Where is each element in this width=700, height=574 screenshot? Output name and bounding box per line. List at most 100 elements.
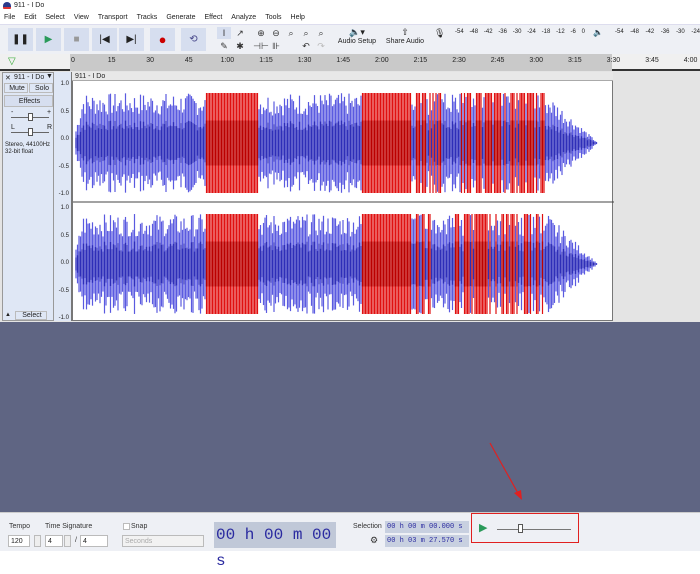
envelope-tool-icon[interactable]: ↗ [233,27,247,39]
multi-tool-icon[interactable]: ✱ [233,40,247,52]
audio-setup-button[interactable]: 🔈▾ Audio Setup [335,27,379,53]
pause-button[interactable]: ❚❚ [8,28,33,51]
snap-checkbox[interactable] [123,523,130,530]
playback-speed-slider[interactable] [497,529,571,530]
denominator-value: 4 [83,538,87,545]
scale-label: 0.5 [60,108,69,115]
scale-label: 0.5 [60,232,69,239]
meter-tick: -42 [645,29,655,35]
undo-icon[interactable]: ↶ [299,40,313,52]
fit-selection-icon[interactable]: ⌕ [284,27,298,39]
gain-slider-thumb[interactable] [28,113,33,121]
fit-project-icon[interactable]: ⌕ [299,27,313,39]
snap-unit-select[interactable]: Seconds [122,535,204,547]
share-audio-button[interactable]: ⇧ Share Audio [384,27,426,53]
menu-transport[interactable]: Transport [94,12,133,24]
menu-tools[interactable]: Tools [261,12,286,24]
track-control-panel: ✕ 911 - I Do ▼ Mute Solo Effects - + L R… [2,72,54,321]
tempo-label: Tempo [9,523,31,530]
menu-analyze[interactable]: Analyze [227,12,261,24]
ruler-tick: 3:00 [529,57,543,64]
meter-tick: -6 [570,29,576,35]
track-name-menu[interactable]: 911 - I Do [14,74,44,81]
selection-tool-icon[interactable]: I [217,27,231,39]
track-close-icon[interactable]: ✕ [5,74,11,82]
ruler-tick: 45 [184,57,193,64]
track-menu-chevron-icon[interactable]: ▼ [46,73,53,80]
loop-button[interactable]: ⟲ [181,28,206,51]
ruler-tick: 1:15 [259,57,273,64]
effects-button[interactable]: Effects [4,95,53,107]
tempo-spinner[interactable] [34,535,41,547]
zoom-toggle-icon[interactable]: ⌕ [314,27,328,39]
select-track-button[interactable]: Select [15,311,47,320]
collapse-icon[interactable]: ▲ [5,312,11,318]
selection-end[interactable]: 00 h 03 m 27.570 s [385,535,469,547]
ruler-tick: 3:30 [606,57,621,64]
meter-tick: -36 [498,29,507,35]
pan-right-label: R [47,124,53,131]
record-meter[interactable]: -54 -48 -42 -36 -30 -24 -18 -12 -6 0 [455,29,585,37]
menu-help[interactable]: Help [287,12,310,24]
menu-file[interactable]: File [0,12,20,24]
gain-plus-label: + [47,109,52,116]
audio-clip[interactable] [72,72,614,322]
scale-label: 1.0 [60,81,69,87]
selection-start[interactable]: 00 h 00 m 00.000 s [385,521,469,533]
menu-bar: File Edit Select View Transport Tracks Generat… [0,12,700,24]
skip-start-button[interactable]: |◀ [92,28,117,51]
scale-label: -1.0 [58,315,69,321]
window-title: 911 - I Do [14,2,45,9]
meter-tick: -42 [483,29,493,35]
playback-meter[interactable]: -54 -48 -42 -36 -30 -24 [615,29,700,37]
toolbar: ❚❚ ▶ ■ |◀ ▶| ● ⟲ I ↗ ✎ ✱ ⊕ ⊖ ⌕ ⌕ ⌕ ⊣⊢ ⊪ … [0,24,700,54]
bottom-toolbar: Tempo 120 Time Signature 4 / 4 Snap Seco… [0,512,700,570]
meter-tick: -48 [630,29,639,35]
menu-effect[interactable]: Effect [201,12,228,24]
meter-tick: -54 [615,29,624,35]
menu-select[interactable]: Select [41,12,69,24]
scale-label: -0.5 [58,287,69,294]
menu-edit[interactable]: Edit [20,12,41,24]
waveform[interactable] [73,73,614,322]
meter-tick: -30 [512,29,522,35]
tempo-input[interactable]: 120 [8,535,30,547]
zoom-out-icon[interactable]: ⊖ [269,27,283,39]
silence-icon[interactable]: ⊪ [269,40,283,52]
play-at-speed-button[interactable]: ▶ [479,521,487,534]
ruler-tick: 1:30 [297,57,312,64]
microphone-icon[interactable]: 🎙 [434,28,445,39]
speaker-icon: 🔈▾ [349,27,365,37]
skip-end-button[interactable]: ▶| [119,28,144,51]
track-bit-depth: 32-bit float [5,149,34,155]
time-sig-spinner[interactable] [64,535,71,547]
clip-title[interactable]: 911 - I Do [72,72,613,81]
scale-label: -1.0 [58,191,69,197]
stop-button[interactable]: ■ [64,28,89,51]
redo-icon[interactable]: ↷ [314,40,328,52]
draw-tool-icon[interactable]: ✎ [217,40,231,52]
empty-track-area[interactable] [0,322,700,512]
ruler-tick: 4:00 [683,57,698,64]
menu-tracks[interactable]: Tracks [133,12,163,24]
solo-button[interactable]: Solo [29,83,53,93]
play-button[interactable]: ▶ [36,28,61,51]
ruler-tick: 2:00 [374,57,389,64]
snap-label: Snap [131,523,148,530]
zoom-in-icon[interactable]: ⊕ [254,27,268,39]
speed-slider-thumb[interactable] [518,524,523,533]
menu-view[interactable]: View [70,12,94,24]
time-sig-numerator[interactable]: 4 [45,535,63,547]
track-format: Stereo, 44100Hz [5,142,51,148]
mute-button[interactable]: Mute [4,83,28,93]
ruler-tick: 2:30 [452,57,466,64]
trim-icon[interactable]: ⊣⊢ [253,40,269,52]
settings-gear-icon[interactable]: ⚙ [370,535,378,546]
time-display[interactable]: 00 h 00 m 00 s [214,522,336,570]
playback-speaker-icon[interactable]: 🔈 [593,28,603,37]
time-sig-denominator[interactable]: 4 [80,535,108,547]
menu-generate[interactable]: Generate [162,12,200,24]
meter-tick: -48 [469,29,479,35]
pan-slider-thumb[interactable] [28,128,33,136]
record-button[interactable]: ● [150,28,175,51]
